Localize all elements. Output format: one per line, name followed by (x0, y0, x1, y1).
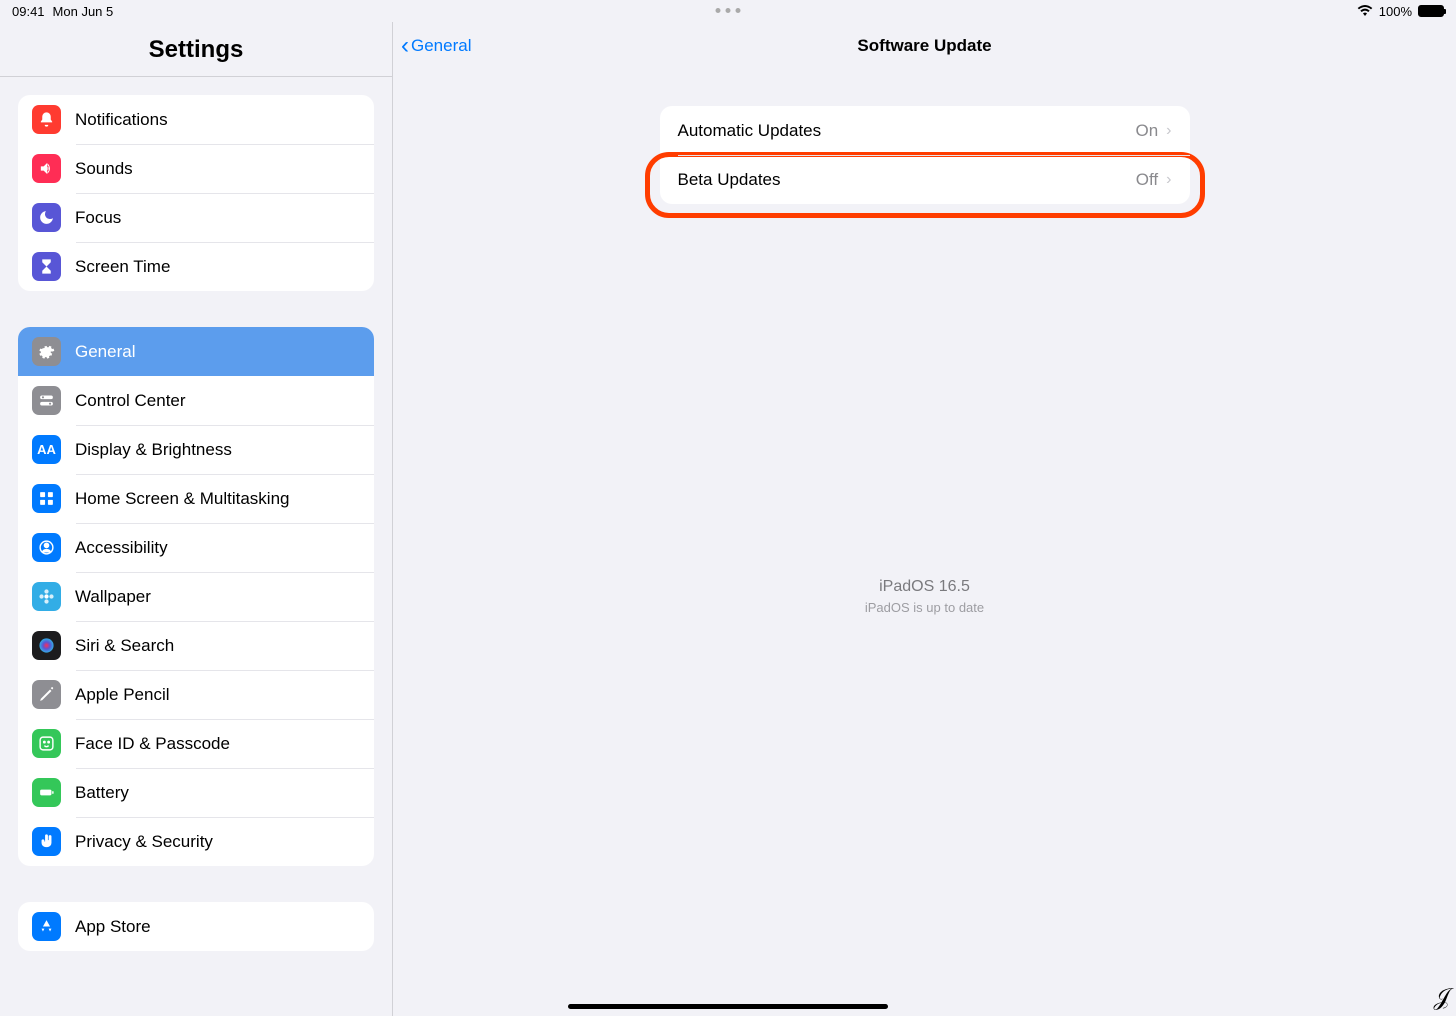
sidebar-item-label: Face ID & Passcode (75, 734, 230, 754)
speaker-icon (32, 154, 61, 183)
setting-row-automatic-updates[interactable]: Automatic UpdatesOn › (660, 106, 1190, 155)
back-button[interactable]: ‹ General (401, 32, 471, 60)
sidebar-group-3: App Store (18, 902, 374, 951)
sidebar-group-2: General Control Center AA Display & Brightn… (18, 327, 374, 866)
grid-icon (32, 484, 61, 513)
sidebar-item-focus[interactable]: Focus (18, 193, 374, 242)
sidebar-item-label: Control Center (75, 391, 186, 411)
face-icon (32, 729, 61, 758)
sidebar-item-home-screen-multitasking[interactable]: Home Screen & Multitasking (18, 474, 374, 523)
sidebar-item-wallpaper[interactable]: Wallpaper (18, 572, 374, 621)
hourglass-icon (32, 252, 61, 281)
sidebar-item-apple-pencil[interactable]: Apple Pencil (18, 670, 374, 719)
sidebar-item-battery[interactable]: Battery (18, 768, 374, 817)
chevron-left-icon: ‹ (401, 32, 409, 60)
status-time: 09:41 (12, 4, 45, 19)
sidebar-item-siri-search[interactable]: Siri & Search (18, 621, 374, 670)
setting-value: On (1135, 121, 1158, 141)
sidebar-item-general[interactable]: General (18, 327, 374, 376)
os-version: iPadOS 16.5 (865, 578, 984, 596)
setting-label: Automatic Updates (678, 121, 1136, 141)
bell-icon (32, 105, 61, 134)
sidebar-item-control-center[interactable]: Control Center (18, 376, 374, 425)
multitasking-dots[interactable] (716, 8, 741, 13)
settings-sidebar: Settings Notifications Sounds Focus Screen … (0, 22, 393, 1016)
setting-label: Beta Updates (678, 170, 1136, 190)
moon-icon (32, 203, 61, 232)
home-indicator[interactable] (568, 1004, 888, 1009)
flower-icon (32, 582, 61, 611)
sidebar-item-privacy-security[interactable]: Privacy & Security (18, 817, 374, 866)
chevron-right-icon: › (1166, 171, 1171, 189)
sidebar-item-accessibility[interactable]: Accessibility (18, 523, 374, 572)
sidebar-item-label: Siri & Search (75, 636, 174, 656)
sidebar-item-label: Privacy & Security (75, 832, 213, 852)
sidebar-item-sounds[interactable]: Sounds (18, 144, 374, 193)
sidebar-group-1: Notifications Sounds Focus Screen Time (18, 95, 374, 291)
person-icon (32, 533, 61, 562)
sidebar-item-label: Screen Time (75, 257, 170, 277)
hand-icon (32, 827, 61, 856)
main-panel: ‹ General Software Update Automatic Upda… (393, 22, 1456, 1016)
corner-decoration: 𝒥 (1433, 984, 1450, 1012)
sidebar-item-label: Focus (75, 208, 121, 228)
sidebar-item-face-id-passcode[interactable]: Face ID & Passcode (18, 719, 374, 768)
sidebar-item-label: Display & Brightness (75, 440, 232, 460)
sidebar-item-screen-time[interactable]: Screen Time (18, 242, 374, 291)
toggles-icon (32, 386, 61, 415)
setting-value: Off (1136, 170, 1158, 190)
gear-icon (32, 337, 61, 366)
main-header: ‹ General Software Update (393, 22, 1456, 70)
status-date: Mon Jun 5 (53, 4, 114, 19)
sidebar-item-display-brightness[interactable]: AA Display & Brightness (18, 425, 374, 474)
back-label: General (411, 36, 471, 56)
status-message: iPadOS is up to date (865, 600, 984, 615)
aa-icon: AA (32, 435, 61, 464)
battery-icon (1418, 5, 1444, 17)
sidebar-item-notifications[interactable]: Notifications (18, 95, 374, 144)
appstore-icon (32, 912, 61, 941)
sidebar-item-label: Accessibility (75, 538, 168, 558)
sidebar-title: Settings (0, 22, 392, 77)
battery-percent: 100% (1379, 4, 1412, 19)
page-title: Software Update (857, 36, 991, 56)
sidebar-item-label: App Store (75, 917, 151, 937)
update-status: iPadOS 16.5 iPadOS is up to date (865, 578, 984, 615)
siri-icon (32, 631, 61, 660)
sidebar-item-app-store[interactable]: App Store (18, 902, 374, 951)
sidebar-item-label: General (75, 342, 135, 362)
pencil-icon (32, 680, 61, 709)
sidebar-item-label: Wallpaper (75, 587, 151, 607)
settings-group: Automatic UpdatesOn › Beta UpdatesOff › (660, 106, 1190, 204)
sidebar-item-label: Apple Pencil (75, 685, 170, 705)
setting-row-beta-updates[interactable]: Beta UpdatesOff › (660, 155, 1190, 204)
sidebar-item-label: Notifications (75, 110, 168, 130)
sidebar-item-label: Sounds (75, 159, 133, 179)
wifi-icon (1357, 4, 1373, 19)
sidebar-item-label: Home Screen & Multitasking (75, 489, 289, 509)
chevron-right-icon: › (1166, 122, 1171, 140)
sidebar-item-label: Battery (75, 783, 129, 803)
battery-icon (32, 778, 61, 807)
